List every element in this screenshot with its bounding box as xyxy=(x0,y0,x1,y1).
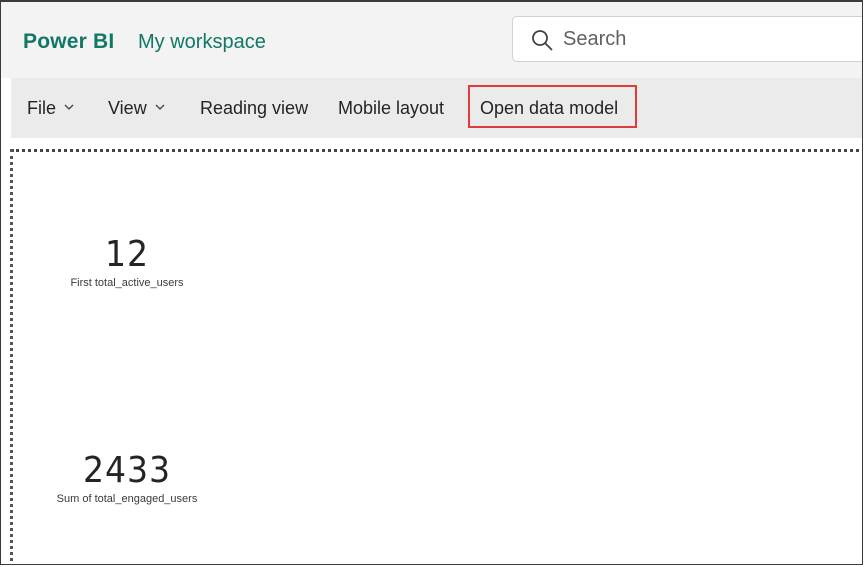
card-value: 2433 xyxy=(83,450,171,491)
workspace-link[interactable]: My workspace xyxy=(138,31,266,54)
card-label: Sum of total_engaged_users xyxy=(56,493,198,505)
card-visual-engaged-users[interactable]: 2433 Sum of total_engaged_users xyxy=(41,450,213,505)
top-header: Power BI My workspace xyxy=(1,2,862,78)
app-window: Power BI My workspace File View Reading … xyxy=(0,0,863,565)
file-menu-label: File xyxy=(27,98,57,118)
view-menu-label: View xyxy=(108,98,147,118)
view-menu-button[interactable]: View xyxy=(108,78,165,138)
file-menu-button[interactable]: File xyxy=(27,78,74,138)
app-brand[interactable]: Power BI xyxy=(23,30,114,54)
canvas-border xyxy=(10,149,13,564)
search-icon xyxy=(532,30,553,51)
chevron-down-icon xyxy=(64,104,74,110)
report-toolbar: File View Reading view Mobile layout Ope… xyxy=(11,78,862,138)
open-data-model-button[interactable]: Open data model xyxy=(480,78,618,138)
chevron-down-icon xyxy=(155,104,165,110)
card-value: 12 xyxy=(105,234,149,275)
search-box[interactable] xyxy=(512,16,862,62)
reading-view-button[interactable]: Reading view xyxy=(200,78,308,138)
canvas-border xyxy=(11,149,862,152)
search-input[interactable] xyxy=(563,25,853,53)
card-visual-active-users[interactable]: 12 First total_active_users xyxy=(59,234,195,289)
mobile-layout-button[interactable]: Mobile layout xyxy=(338,78,444,138)
card-label: First total_active_users xyxy=(70,277,184,289)
